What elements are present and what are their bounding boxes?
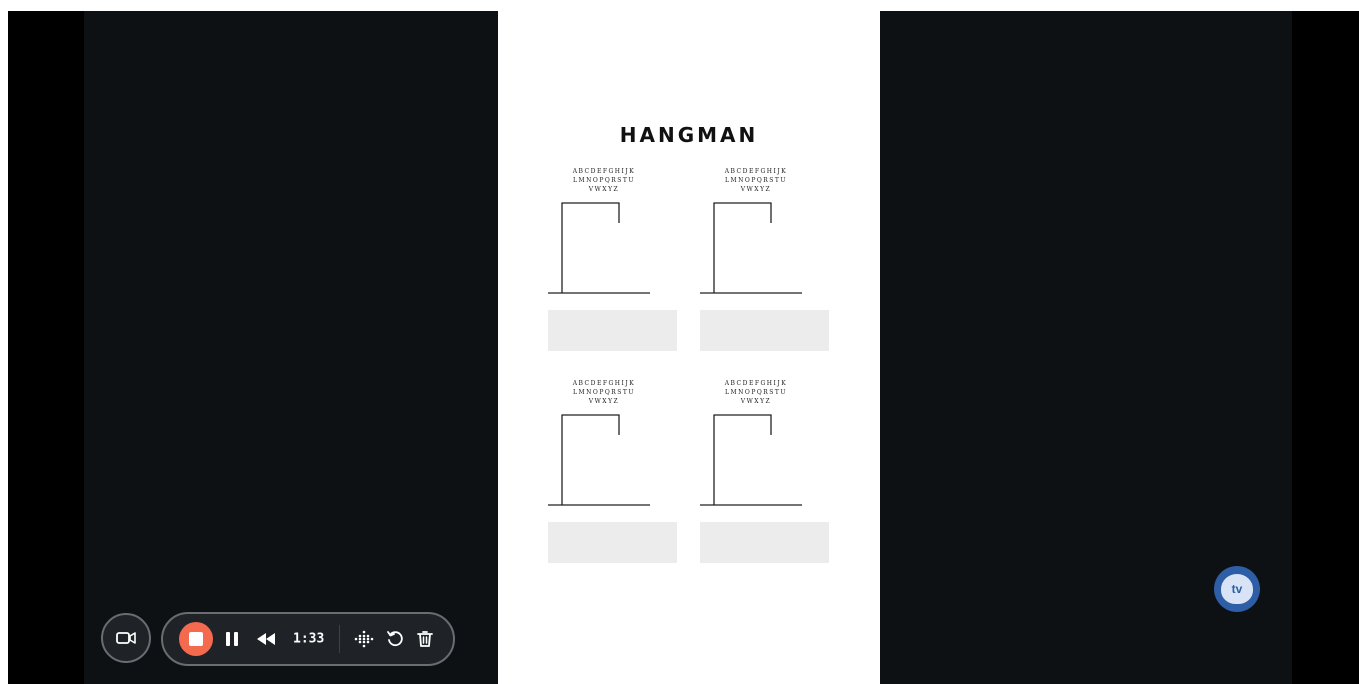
video-frame: HANGMAN ABCDEFGHIJK LMNOPQRSTU VWXYZ ABC… xyxy=(84,11,1292,684)
answer-box xyxy=(548,522,677,563)
recording-timer: 1:33 xyxy=(293,631,325,647)
hangman-panel: ABCDEFGHIJK LMNOPQRSTU VWXYZ xyxy=(700,379,840,579)
pause-button[interactable] xyxy=(223,629,241,649)
hangman-panel: ABCDEFGHIJK LMNOPQRSTU VWXYZ xyxy=(700,167,840,367)
assistant-avatar-icon: tv xyxy=(1221,574,1253,604)
stop-icon xyxy=(189,632,203,646)
answer-box xyxy=(548,310,677,351)
answer-box xyxy=(700,522,829,563)
stop-recording-button[interactable] xyxy=(179,622,213,656)
restart-button[interactable] xyxy=(385,629,405,649)
screen-recording-view: HANGMAN ABCDEFGHIJK LMNOPQRSTU VWXYZ ABC… xyxy=(8,11,1359,684)
toolbar-divider xyxy=(339,625,340,653)
hangman-panel: ABCDEFGHIJK LMNOPQRSTU VWXYZ xyxy=(548,167,688,367)
camera-toggle-button[interactable] xyxy=(101,613,151,663)
gallows-drawing xyxy=(548,414,650,506)
gallows-drawing xyxy=(548,202,650,294)
delete-recording-button[interactable] xyxy=(415,629,435,649)
answer-box xyxy=(700,310,829,351)
pause-icon xyxy=(226,632,238,646)
grid-overlay-button[interactable] xyxy=(353,628,375,650)
dot-grid-icon xyxy=(354,630,374,648)
rewind-button[interactable] xyxy=(255,629,277,649)
trash-icon xyxy=(417,631,433,647)
restart-icon xyxy=(387,631,403,647)
video-camera-icon xyxy=(116,632,136,644)
rewind-icon xyxy=(257,633,275,645)
hangman-panel: ABCDEFGHIJK LMNOPQRSTU VWXYZ xyxy=(548,379,688,579)
recording-toolbar: 1:33 xyxy=(161,612,455,666)
page-title: HANGMAN xyxy=(619,123,759,147)
assistant-bubble-button[interactable]: tv xyxy=(1214,566,1260,612)
gallows-drawing xyxy=(700,414,802,506)
worksheet-page: HANGMAN ABCDEFGHIJK LMNOPQRSTU VWXYZ ABC… xyxy=(498,11,880,684)
gallows-drawing xyxy=(700,202,802,294)
